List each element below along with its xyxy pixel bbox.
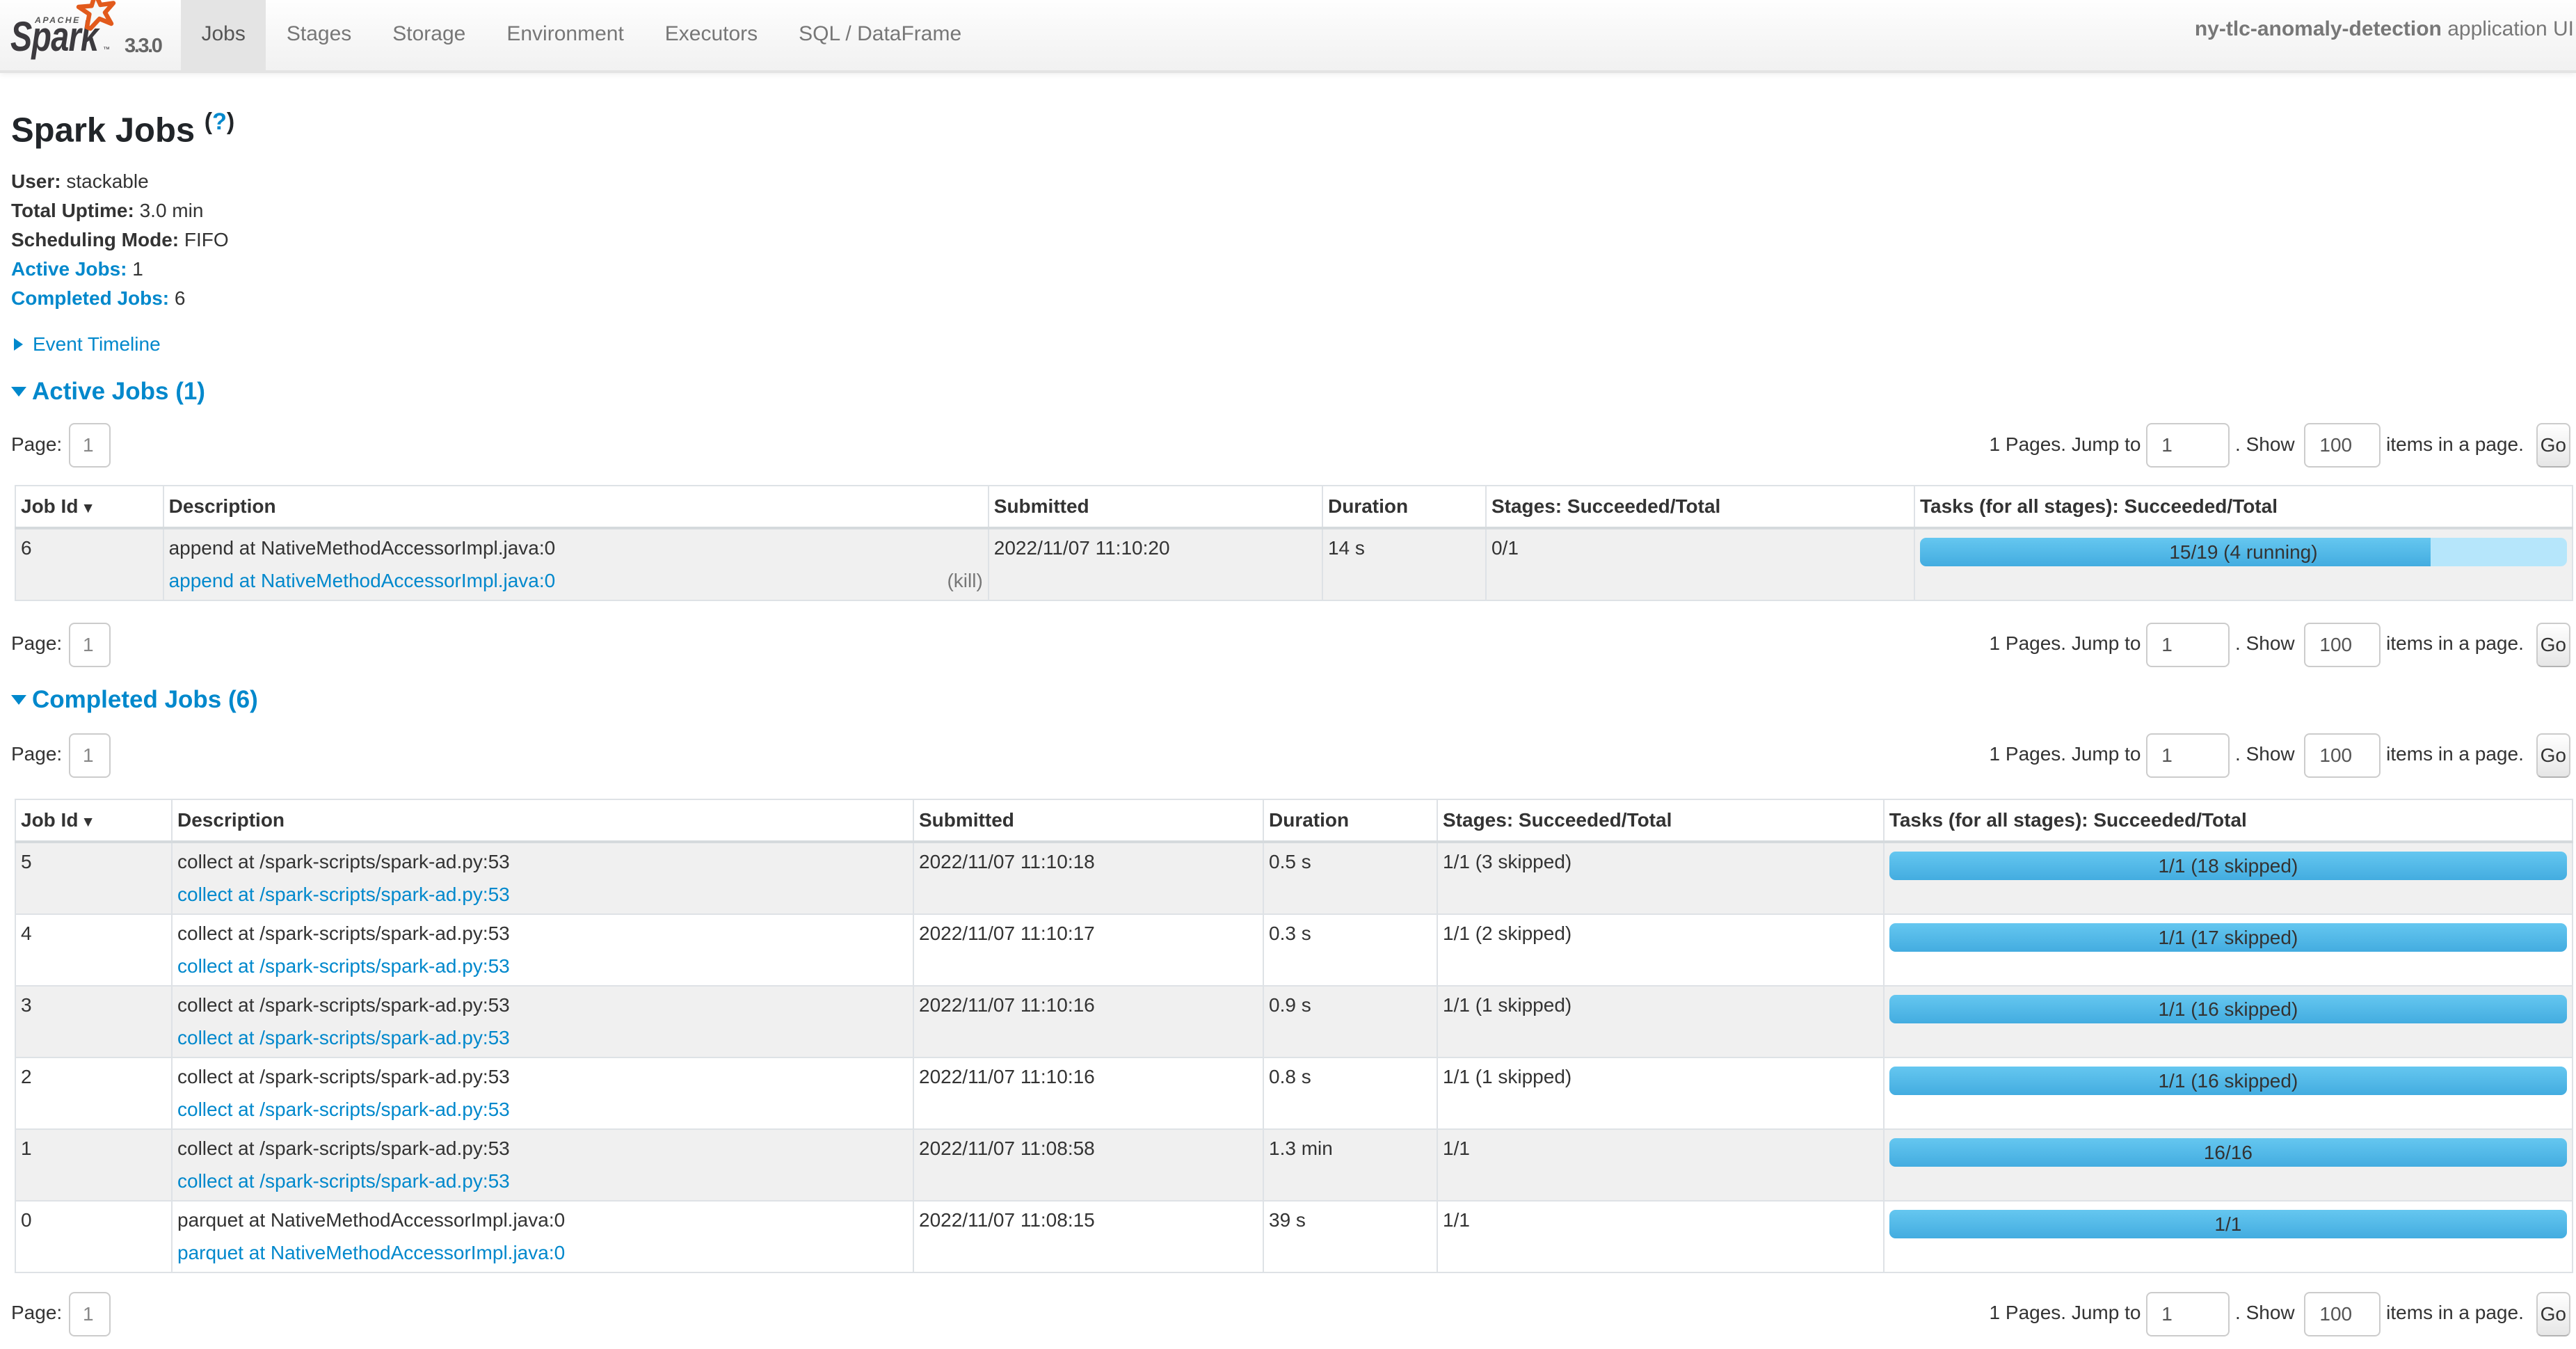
svg-text:™: ™ [103, 46, 110, 54]
